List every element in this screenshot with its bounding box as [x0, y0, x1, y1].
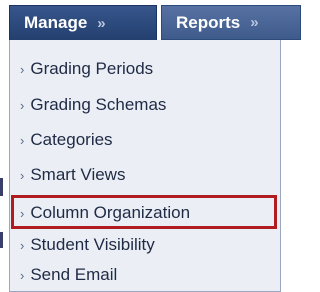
chevron-right-icon: ›: [20, 61, 25, 77]
background-page-fragment: [0, 178, 3, 196]
chevron-right-icon: ›: [20, 205, 25, 221]
chevron-right-icon: ›: [20, 97, 25, 113]
menu-item-categories[interactable]: › Categories: [20, 127, 113, 153]
menu-item-smart-views[interactable]: › Smart Views: [20, 162, 125, 188]
chevron-right-icon: ›: [20, 132, 25, 148]
manage-dropdown-menu: › Grading Periods › Grading Schemas › Ca…: [9, 40, 281, 292]
menu-item-label: Grading Schemas: [30, 95, 167, 114]
tab-manage-label: Manage: [24, 13, 88, 32]
menu-item-label: Grading Periods: [30, 59, 154, 78]
menu-item-label: Column Organization: [30, 203, 191, 222]
menu-item-label: Categories: [30, 130, 113, 149]
menu-item-column-organization[interactable]: › Column Organization: [20, 200, 190, 226]
menu-item-grading-periods[interactable]: › Grading Periods: [20, 56, 153, 82]
menu-item-label: Student Visibility: [30, 235, 155, 254]
menu-item-send-email[interactable]: › Send Email: [20, 262, 117, 288]
menu-item-grading-schemas[interactable]: › Grading Schemas: [20, 92, 166, 118]
menu-item-student-visibility[interactable]: › Student Visibility: [20, 232, 155, 258]
menu-item-label: Smart Views: [30, 165, 126, 184]
tab-reports[interactable]: Reports »: [161, 5, 301, 40]
chevron-right-icon: ›: [20, 267, 25, 283]
top-menu-bar: Manage » Reports »: [0, 0, 301, 40]
chevron-right-icon: ›: [20, 167, 25, 183]
tab-manage[interactable]: Manage »: [9, 5, 157, 40]
tab-reports-label: Reports: [176, 12, 241, 32]
chevron-right-icon: ›: [20, 237, 25, 253]
double-chevron-down-icon: »: [97, 14, 106, 32]
menu-item-label: Send Email: [30, 265, 118, 284]
double-chevron-down-icon: »: [250, 14, 259, 31]
background-page-fragment: [0, 232, 3, 248]
